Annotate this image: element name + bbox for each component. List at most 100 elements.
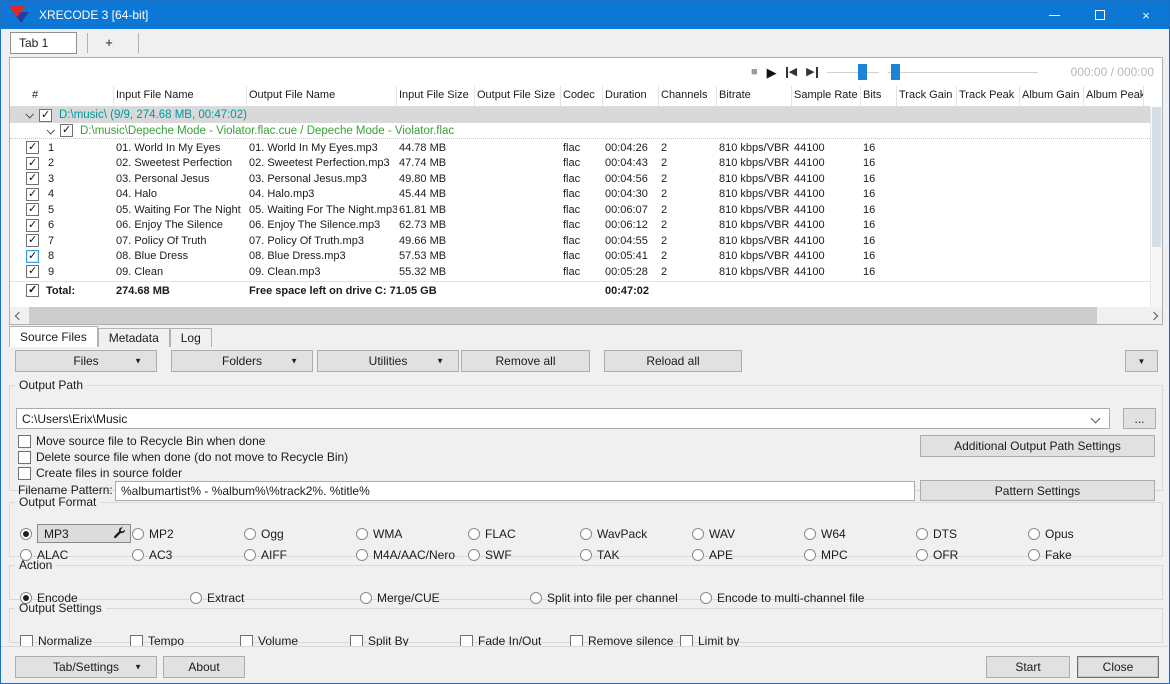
create-in-source-option[interactable]: Create files in source folder	[18, 466, 182, 480]
add-tab-button[interactable]: +	[90, 32, 128, 54]
radio-icon[interactable]	[1028, 527, 1040, 540]
column-header[interactable]: Album Gain	[1020, 86, 1084, 106]
move-recycle-option[interactable]: Move source file to Recycle Bin when don…	[18, 434, 265, 448]
previous-track-icon[interactable]: ◀	[785, 66, 797, 78]
horizontal-scrollbar-track[interactable]	[27, 307, 1145, 324]
radio-icon[interactable]	[132, 527, 144, 540]
scroll-right-icon[interactable]	[1145, 307, 1162, 324]
chevron-down-icon[interactable]	[46, 125, 55, 135]
format-option-w64[interactable]: W64	[804, 527, 916, 541]
move-recycle-checkbox[interactable]	[18, 434, 31, 448]
reload-all-button[interactable]: Reload all	[604, 350, 742, 372]
column-header[interactable]: Duration	[603, 86, 659, 106]
track-checkbox[interactable]	[26, 264, 39, 279]
format-option-mp3[interactable]: MP3	[20, 524, 132, 543]
table-row[interactable]: 2 02. Sweetest Perfection 02. Sweetest P…	[10, 156, 1150, 172]
column-header[interactable]: Output File Size	[475, 86, 561, 106]
vertical-scrollbar-thumb[interactable]	[1152, 107, 1161, 247]
table-row[interactable]: 1 01. World In My Eyes 01. World In My E…	[10, 140, 1150, 156]
tab-metadata[interactable]: Metadata	[97, 328, 170, 347]
column-header[interactable]: Album Peak	[1084, 86, 1144, 106]
column-header[interactable]: Input File Name	[114, 86, 247, 106]
track-checkbox[interactable]	[26, 233, 39, 248]
next-track-icon[interactable]: ▶	[806, 66, 818, 78]
column-header[interactable]: Track Peak	[957, 86, 1020, 106]
radio-icon[interactable]	[356, 527, 368, 540]
group-row-cue[interactable]: D:\music\Depeche Mode - Violator.flac.cu…	[10, 123, 1150, 139]
horizontal-scrollbar[interactable]	[10, 307, 1162, 324]
additional-output-path-settings-button[interactable]: Additional Output Path Settings	[920, 435, 1155, 457]
column-header[interactable]: Sample Rate	[792, 86, 861, 106]
play-icon[interactable]: ▶	[767, 66, 777, 79]
radio-icon[interactable]	[692, 527, 704, 540]
format-option-ogg[interactable]: Ogg	[244, 527, 356, 541]
format-option-mp2[interactable]: MP2	[132, 527, 244, 541]
track-checkbox[interactable]	[26, 140, 39, 155]
remove-all-button[interactable]: Remove all	[461, 350, 590, 372]
chevron-down-icon[interactable]	[1090, 413, 1101, 424]
radio-icon[interactable]	[804, 527, 816, 540]
cue-checkbox[interactable]	[60, 123, 73, 137]
maximize-icon[interactable]	[1077, 1, 1123, 29]
utilities-button[interactable]: Utilities ▼	[317, 350, 459, 372]
column-header[interactable]: Output File Name	[247, 86, 397, 106]
radio-icon[interactable]	[468, 527, 480, 540]
column-header[interactable]: Bits	[861, 86, 897, 106]
stop-icon[interactable]: ■	[751, 66, 758, 78]
tab-settings-button[interactable]: Tab/Settings ▼	[15, 656, 157, 678]
mp3-settings-box[interactable]: MP3	[37, 524, 131, 543]
output-path-combobox[interactable]: C:\Users\Erix\Music	[16, 408, 1110, 429]
tab-log[interactable]: Log	[169, 328, 212, 347]
format-option-wavpack[interactable]: WavPack	[580, 527, 692, 541]
group-row-folder[interactable]: D:\music\ (9/9, 274.68 MB, 00:47:02)	[10, 107, 1150, 123]
column-header[interactable]: Channels	[659, 86, 717, 106]
track-checkbox[interactable]	[26, 171, 39, 186]
table-row[interactable]: 6 06. Enjoy The Silence 06. Enjoy The Si…	[10, 218, 1150, 234]
format-option-wav[interactable]: WAV	[692, 527, 804, 541]
tab-1[interactable]: Tab 1	[10, 31, 77, 54]
track-checkbox[interactable]	[26, 187, 39, 201]
close-button[interactable]: Close	[1077, 656, 1159, 678]
radio-icon[interactable]	[580, 527, 592, 540]
table-row[interactable]: 7 07. Policy Of Truth 07. Policy Of Trut…	[10, 233, 1150, 249]
track-checkbox[interactable]	[26, 218, 39, 232]
more-options-button[interactable]: ▼	[1125, 350, 1158, 372]
close-icon[interactable]: ×	[1123, 1, 1169, 29]
radio-icon[interactable]	[916, 527, 928, 540]
radio-icon[interactable]	[244, 527, 256, 540]
track-checkbox[interactable]	[26, 156, 39, 170]
volume-slider[interactable]	[826, 64, 879, 80]
column-header[interactable]: Codec	[561, 86, 603, 106]
create-in-source-checkbox[interactable]	[18, 466, 31, 480]
tab-source-files[interactable]: Source Files	[9, 326, 98, 347]
about-button[interactable]: About	[163, 656, 245, 678]
horizontal-scrollbar-thumb[interactable]	[29, 307, 1097, 324]
start-button[interactable]: Start	[986, 656, 1070, 678]
table-row[interactable]: 4 04. Halo 04. Halo.mp3 45.44 MB flac 00…	[10, 187, 1150, 203]
column-header[interactable]: Track Gain	[897, 86, 957, 106]
column-header[interactable]: #	[24, 86, 114, 106]
seek-slider[interactable]	[887, 64, 1038, 80]
table-row[interactable]: 9 09. Clean 09. Clean.mp3 55.32 MB flac …	[10, 264, 1150, 280]
total-checkbox[interactable]	[26, 283, 39, 297]
chevron-down-icon[interactable]	[25, 110, 34, 119]
format-option-dts[interactable]: DTS	[916, 527, 1028, 541]
delete-done-checkbox[interactable]	[18, 450, 31, 464]
vertical-scrollbar[interactable]	[1150, 107, 1162, 307]
radio-icon[interactable]	[20, 527, 32, 540]
folders-button[interactable]: Folders ▼	[171, 350, 313, 372]
scroll-left-icon[interactable]	[10, 307, 27, 324]
format-option-opus[interactable]: Opus	[1028, 527, 1162, 541]
table-row[interactable]: 5 05. Waiting For The Night 05. Waiting …	[10, 202, 1150, 218]
format-option-flac[interactable]: FLAC	[468, 527, 580, 541]
delete-done-option[interactable]: Delete source file when done (do not mov…	[18, 450, 348, 464]
table-row[interactable]: 8 08. Blue Dress 08. Blue Dress.mp3 57.5…	[10, 249, 1150, 265]
track-checkbox[interactable]	[26, 249, 39, 263]
column-header[interactable]: Bitrate	[717, 86, 792, 106]
files-button[interactable]: Files ▼	[15, 350, 157, 372]
column-header[interactable]: Input File Size	[397, 86, 475, 106]
minimize-icon[interactable]	[1031, 1, 1077, 29]
format-option-wma[interactable]: WMA	[356, 527, 468, 541]
group-checkbox[interactable]	[39, 108, 52, 122]
browse-button[interactable]: ...	[1123, 408, 1156, 429]
